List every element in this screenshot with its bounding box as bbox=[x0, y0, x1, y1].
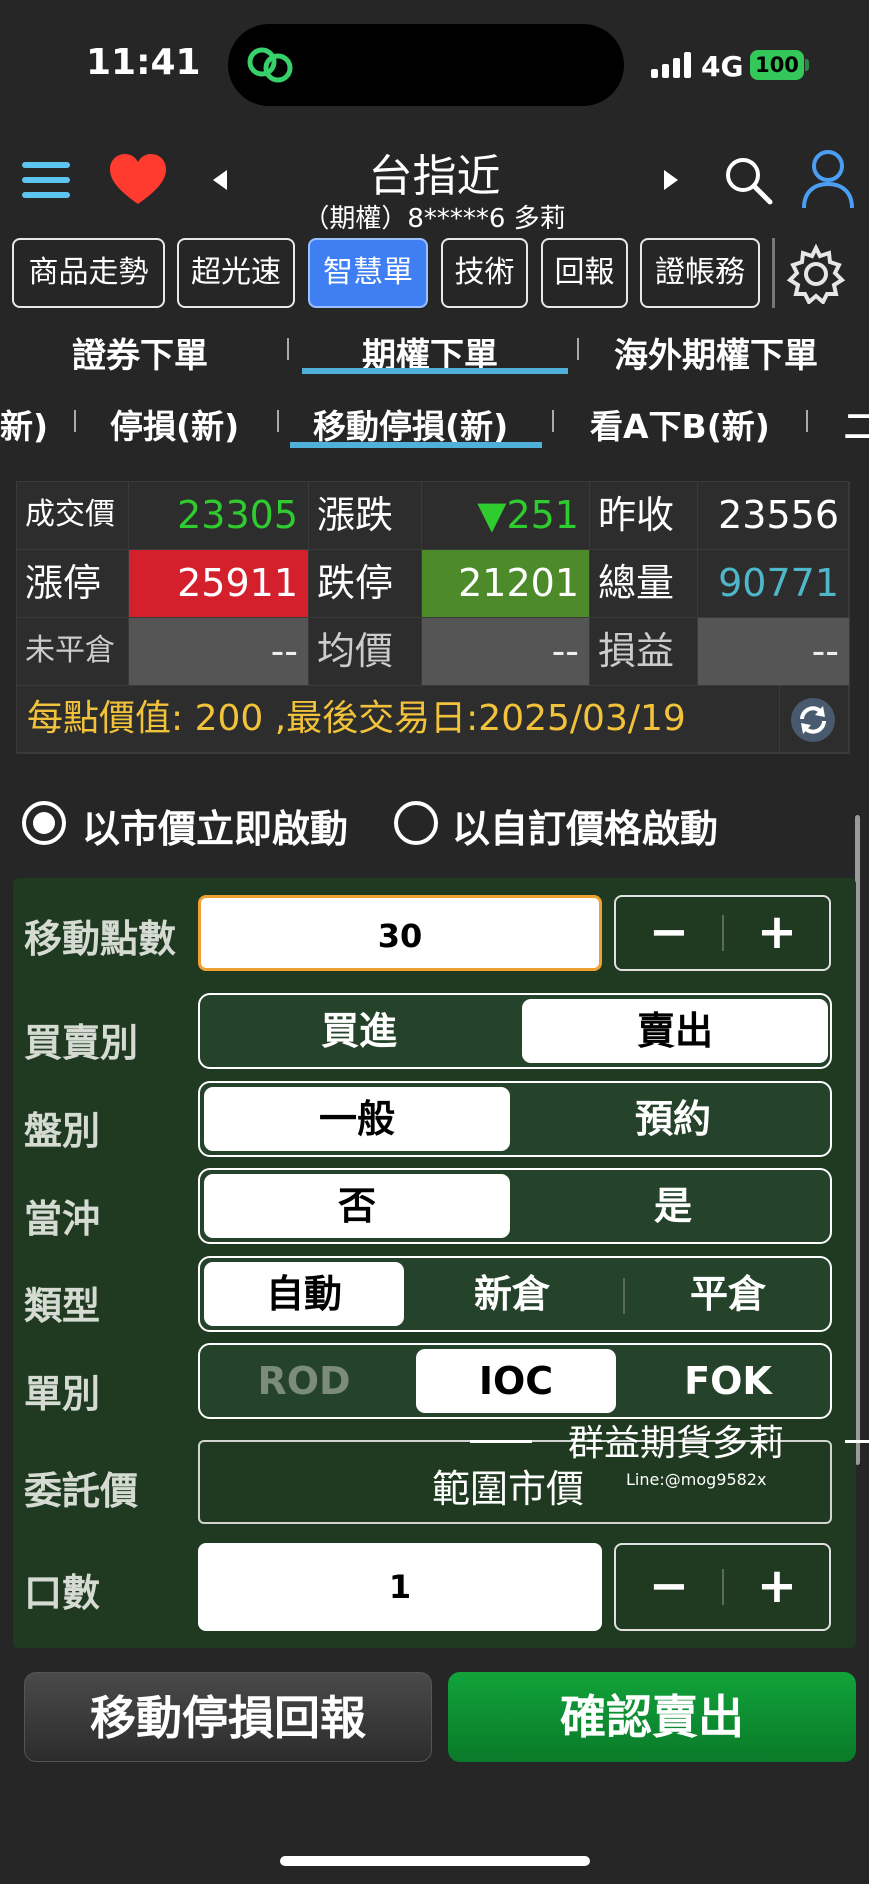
prev-close-label: 昨收 bbox=[590, 482, 698, 550]
subnav-separator bbox=[552, 410, 554, 432]
tab-product-trend[interactable]: 商品走勢 bbox=[12, 238, 165, 308]
refresh-icon[interactable] bbox=[790, 697, 836, 743]
side-label: 買賣別 bbox=[24, 1021, 139, 1065]
order-fok-option[interactable]: FOK bbox=[628, 1349, 828, 1413]
daytrade-label: 當沖 bbox=[24, 1197, 101, 1241]
prev-close-value: 23556 bbox=[698, 482, 850, 550]
type-divider bbox=[623, 1278, 625, 1314]
quantity-plus-button[interactable]: + bbox=[724, 1545, 830, 1629]
nav-separator bbox=[577, 338, 579, 360]
quantity-minus-button[interactable]: − bbox=[616, 1545, 722, 1629]
last-price-value: 23305 bbox=[129, 482, 309, 550]
side-sell-option[interactable]: 賣出 bbox=[522, 999, 828, 1063]
radio-custom-activate-label[interactable]: 以自訂價格啟動 bbox=[452, 798, 718, 853]
pnl-label: 損益 bbox=[590, 618, 698, 686]
session-label: 盤別 bbox=[24, 1109, 101, 1153]
trailing-stop-report-button[interactable]: 移動停損回報 bbox=[24, 1672, 432, 1762]
daytrade-no-option[interactable]: 否 bbox=[204, 1174, 510, 1238]
move-points-label: 移動點數 bbox=[24, 917, 177, 961]
tab-smart-order[interactable]: 智慧單 bbox=[308, 238, 428, 308]
user-profile-icon[interactable] bbox=[800, 148, 856, 210]
daytrade-yes-option[interactable]: 是 bbox=[518, 1174, 828, 1238]
open-position-label: 未平倉 bbox=[17, 618, 129, 686]
nav-option-order-underline bbox=[302, 368, 568, 374]
subnav-separator bbox=[806, 410, 808, 432]
type-close-option[interactable]: 平倉 bbox=[628, 1262, 828, 1326]
order-ioc-option[interactable]: IOC bbox=[416, 1349, 616, 1413]
session-reserve-option[interactable]: 預約 bbox=[518, 1087, 828, 1151]
quantity-stepper: − + bbox=[614, 1543, 831, 1631]
subnav-stop-loss[interactable]: 停損(新) bbox=[110, 400, 239, 448]
home-indicator[interactable] bbox=[280, 1856, 590, 1866]
position-type-toggle: 自動 新倉 平倉 bbox=[198, 1256, 832, 1332]
move-points-plus-button[interactable]: + bbox=[724, 897, 830, 969]
subnav-next-partial[interactable]: 二 bbox=[844, 400, 869, 448]
order-price-value: 範圍市價 bbox=[432, 1467, 585, 1511]
order-price-label: 委託價 bbox=[24, 1469, 139, 1513]
quantity-input[interactable]: 1 bbox=[198, 1543, 602, 1631]
subnav-trailing-stop-underline bbox=[290, 442, 542, 448]
battery-indicator: 100 bbox=[750, 50, 804, 80]
quote-panel: 成交價 23305 漲跌 ▼251 昨收 23556 漲停 25911 跌停 2… bbox=[16, 481, 850, 754]
battery-tip bbox=[805, 59, 809, 71]
side-toggle: 買進 賣出 bbox=[198, 993, 832, 1069]
contract-info: 每點價值: 200 ,最後交易日:2025/03/19 bbox=[17, 686, 780, 754]
type-auto-option[interactable]: 自動 bbox=[204, 1262, 404, 1326]
tab-divider bbox=[772, 238, 775, 308]
session-toggle: 一般 預約 bbox=[198, 1081, 832, 1157]
tab-super-speed[interactable]: 超光速 bbox=[177, 238, 295, 308]
move-points-input[interactable]: 30 bbox=[198, 895, 602, 971]
tab-account[interactable]: 證帳務 bbox=[640, 238, 760, 308]
last-price-label: 成交價 bbox=[17, 482, 129, 550]
subnav-separator bbox=[74, 410, 76, 432]
daytrade-toggle: 否 是 bbox=[198, 1168, 832, 1244]
nav-stock-order[interactable]: 證券下單 bbox=[72, 328, 208, 377]
change-value: ▼251 bbox=[422, 482, 590, 550]
watermark-line-right bbox=[845, 1440, 869, 1443]
radio-market-activate[interactable] bbox=[22, 801, 66, 845]
nav-separator bbox=[287, 338, 289, 360]
open-position-value: -- bbox=[129, 618, 309, 686]
tab-technical[interactable]: 技術 bbox=[441, 238, 528, 308]
tab-report[interactable]: 回報 bbox=[541, 238, 628, 308]
watermark-name: 群益期貨多莉 bbox=[568, 1423, 785, 1464]
volume-label: 總量 bbox=[590, 550, 698, 618]
side-buy-option[interactable]: 買進 bbox=[204, 999, 514, 1063]
limit-down-value: 21201 bbox=[422, 550, 590, 618]
nav-overseas-option-order[interactable]: 海外期權下單 bbox=[614, 328, 818, 377]
radio-market-activate-label[interactable]: 以市價立即啟動 bbox=[82, 798, 348, 853]
signal-icon bbox=[651, 52, 695, 78]
order-type-toggle: ROD IOC FOK bbox=[198, 1343, 832, 1419]
confirm-sell-button[interactable]: 確認賣出 bbox=[448, 1672, 856, 1762]
watermark-line-id: Line:@mog9582x bbox=[626, 1470, 767, 1489]
status-time: 11:41 bbox=[86, 42, 201, 83]
limit-down-label: 跌停 bbox=[309, 550, 422, 618]
subnav-watch-a-order-b[interactable]: 看A下B(新) bbox=[590, 400, 770, 448]
radio-custom-activate[interactable] bbox=[394, 801, 438, 845]
limit-up-value: 25911 bbox=[129, 550, 309, 618]
settings-gear-icon[interactable] bbox=[786, 244, 846, 304]
type-new-option[interactable]: 新倉 bbox=[410, 1262, 614, 1326]
next-product-icon[interactable] bbox=[664, 170, 678, 190]
subnav-trailing-stop[interactable]: 移動停損(新) bbox=[313, 400, 508, 448]
position-type-label: 類型 bbox=[24, 1284, 101, 1328]
session-normal-option[interactable]: 一般 bbox=[204, 1087, 510, 1151]
order-rod-option[interactable]: ROD bbox=[204, 1349, 404, 1413]
avg-price-value: -- bbox=[422, 618, 590, 686]
avg-price-label: 均價 bbox=[309, 618, 422, 686]
watermark-line-left bbox=[470, 1440, 532, 1443]
search-icon[interactable] bbox=[722, 154, 774, 206]
subnav-prev-partial[interactable]: 新) bbox=[0, 400, 48, 448]
pnl-value: -- bbox=[698, 618, 850, 686]
move-points-minus-button[interactable]: − bbox=[616, 897, 722, 969]
limit-up-label: 漲停 bbox=[17, 550, 129, 618]
subnav-separator bbox=[277, 410, 279, 432]
move-points-stepper: − + bbox=[614, 895, 831, 971]
change-label: 漲跌 bbox=[309, 482, 422, 550]
network-type: 4G bbox=[701, 50, 744, 83]
link-app-icon bbox=[247, 47, 293, 83]
quantity-label: 口數 bbox=[24, 1571, 101, 1615]
volume-value: 90771 bbox=[698, 550, 850, 618]
order-type-label: 單別 bbox=[24, 1372, 101, 1416]
